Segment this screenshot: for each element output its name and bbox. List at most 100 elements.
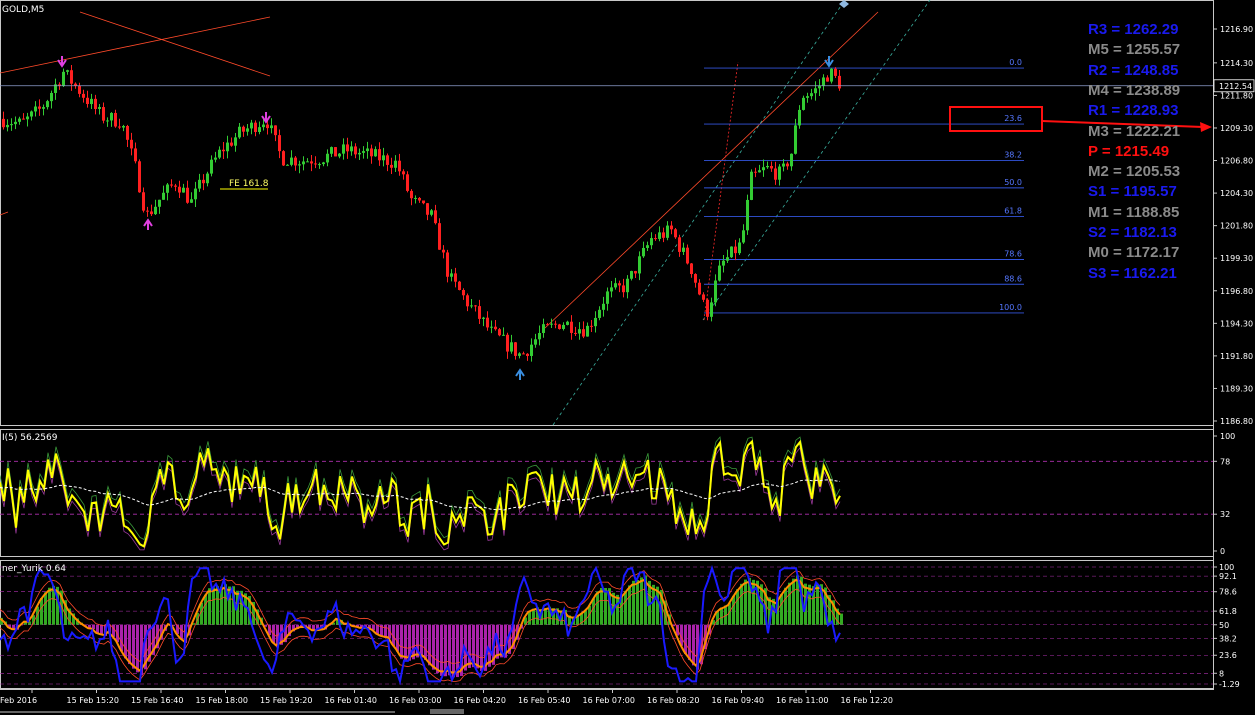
candle-body — [838, 75, 841, 89]
candle-body — [490, 326, 493, 328]
candle-body — [738, 242, 741, 254]
candle-body — [382, 155, 385, 161]
candle-body — [306, 161, 309, 163]
rsi-tick-label: 0 — [1220, 547, 1225, 556]
osc-histogram-bar — [420, 624, 423, 658]
osc-histogram-bar — [588, 605, 591, 625]
candle-body — [726, 257, 729, 261]
candle-body — [510, 342, 513, 352]
trading-chart[interactable]: 0.0 23.6 38.2 50.0 61.8 78.6 88.6 100.0 1216.90… — [0, 0, 1255, 715]
candle-body — [418, 197, 421, 201]
candle-body — [790, 153, 793, 167]
osc-histogram-bar — [596, 591, 599, 625]
osc-histogram-bar — [432, 624, 435, 670]
osc-histogram-bar — [208, 588, 211, 625]
candle-body — [566, 321, 569, 325]
candle-body — [546, 324, 549, 326]
candle-body — [650, 238, 653, 246]
candle-body — [482, 317, 485, 319]
candle-body — [254, 122, 257, 132]
candle-body — [470, 305, 473, 307]
osc-histogram-bar — [480, 624, 483, 672]
candle-body — [170, 184, 173, 186]
candle-body — [742, 230, 745, 243]
osc-histogram-bar — [792, 578, 795, 625]
candle-body — [246, 128, 249, 132]
candle-body — [250, 122, 253, 129]
candle-body — [322, 162, 325, 165]
candle-body — [138, 161, 141, 193]
candle-body — [314, 163, 317, 165]
osc-histogram-bar — [396, 624, 399, 652]
candle-body — [598, 309, 601, 318]
candle-body — [98, 107, 101, 109]
fe-label: FE 161.8 — [229, 179, 269, 189]
osc-histogram-bar — [400, 624, 403, 659]
candle-body — [258, 127, 261, 132]
candle-body — [234, 137, 237, 146]
osc-tick-label: 50 — [1219, 621, 1229, 630]
candle-body — [34, 106, 37, 112]
candle-body — [718, 265, 721, 281]
osc-histogram-bar — [640, 577, 643, 625]
candle-body — [506, 334, 509, 352]
candle-body — [530, 344, 533, 356]
candle-body — [294, 157, 297, 166]
osc-histogram-bar — [216, 586, 219, 625]
candle-body — [678, 237, 681, 252]
pivot-m3: M3 = 1222.21 — [1088, 122, 1181, 140]
time-tick-label: 16 Feb 05:40 — [518, 696, 570, 705]
candle-body — [226, 142, 229, 152]
candle-body — [342, 144, 345, 154]
candle-body — [646, 245, 649, 248]
trendlines[interactable] — [0, 0, 931, 426]
candle-body — [710, 302, 713, 317]
osc-histogram-bar — [44, 592, 47, 625]
rsi-label: I(5) 56.2569 — [2, 433, 58, 443]
osc-histogram-bar — [816, 584, 819, 625]
candle-body — [450, 273, 453, 277]
candle-body — [514, 342, 517, 356]
candle-body — [698, 282, 701, 295]
osc-histogram-bar — [488, 624, 491, 667]
price-tick-label: 1216.90 — [1220, 25, 1253, 34]
annotation-arrow-head — [1200, 122, 1212, 132]
price-tick-label: 1186.80 — [1220, 417, 1253, 426]
time-tick-label: 16 Feb 09:40 — [712, 696, 764, 705]
time-tick-label: 16 Feb 07:00 — [583, 696, 635, 705]
candle-body — [730, 246, 733, 258]
osc-tick-label: -1.29 — [1219, 680, 1240, 689]
candle-body — [474, 305, 477, 307]
candle-body — [126, 125, 129, 140]
candle-body — [578, 329, 581, 334]
candle-body — [282, 151, 285, 166]
annotation-box[interactable] — [949, 106, 1043, 132]
candle-body — [498, 329, 501, 336]
candle-body — [746, 199, 749, 231]
candle-body — [442, 249, 445, 253]
osc-histogram-bar — [592, 598, 595, 625]
osc-histogram-bar — [744, 579, 747, 625]
candle-body — [758, 170, 761, 173]
osc-histogram-bar — [628, 585, 631, 625]
candle-body — [422, 200, 425, 204]
candle-body — [690, 263, 693, 275]
candle-body — [550, 323, 553, 325]
time-tick-label: 16 Feb 04:20 — [454, 696, 506, 705]
panel-borders — [0, 0, 1214, 689]
candle-body — [274, 125, 277, 136]
price-tick-label: 1199.30 — [1220, 254, 1253, 263]
price-tick-label: 1204.30 — [1220, 189, 1253, 198]
channel-dashed — [702, 0, 931, 321]
candle-body — [722, 260, 725, 266]
candle-body — [10, 124, 13, 126]
pivot-s1: S1 = 1195.57 — [1088, 183, 1177, 201]
candle-body — [202, 179, 205, 184]
candle-body — [410, 190, 413, 199]
candle-body — [142, 192, 145, 211]
osc-histogram-bar — [600, 588, 603, 625]
candle-body — [570, 321, 573, 333]
candle-body — [218, 149, 221, 158]
candle-body — [358, 152, 361, 155]
candle-body — [590, 325, 593, 327]
